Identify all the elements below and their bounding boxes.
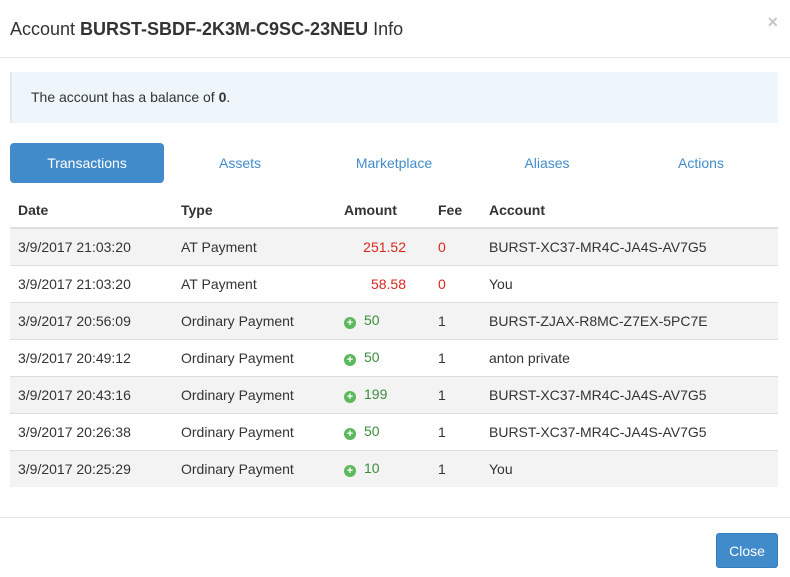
cell-type: Ordinary Payment	[173, 338, 336, 376]
cell-fee: 0	[430, 227, 481, 265]
tab-aliases[interactable]: Aliases	[470, 143, 624, 183]
cell-account: BURST-XC37-MR4C-JA4S-AV7G5	[481, 412, 778, 450]
close-icon[interactable]: ×	[767, 12, 778, 32]
amount-value: 58.58	[370, 275, 406, 292]
plus-circle-icon: +	[344, 428, 356, 440]
plus-circle-icon: +	[344, 317, 356, 329]
cell-date: 3/9/2017 20:49:12	[10, 338, 173, 376]
cell-type: Ordinary Payment	[173, 449, 336, 487]
plus-circle-icon: +	[344, 465, 356, 478]
modal-header: Account BURST-SBDF-2K3M-C9SC-23NEU Info …	[0, 0, 790, 58]
account-info-modal: Account BURST-SBDF-2K3M-C9SC-23NEU Info …	[0, 0, 790, 577]
cell-amount: 251.52	[336, 227, 430, 265]
table-header-row: Date Type Amount Fee Account	[10, 192, 778, 229]
cell-amount: +199	[336, 375, 430, 413]
cell-amount: +10	[336, 449, 430, 487]
header-account: Account	[481, 192, 778, 229]
plus-circle-icon: +	[344, 354, 356, 366]
alert-text-prefix: The account has a balance of	[31, 89, 219, 105]
cell-fee: 1	[430, 301, 481, 339]
alert-text-suffix: .	[226, 89, 231, 105]
amount-value: 251.52	[363, 238, 406, 255]
amount-value: 50	[364, 349, 380, 365]
cell-type: Ordinary Payment	[173, 412, 336, 450]
cell-account: You	[481, 449, 778, 487]
cell-type: AT Payment	[173, 264, 336, 302]
cell-date: 3/9/2017 20:56:09	[10, 301, 173, 339]
table-row: 3/9/2017 21:03:20 AT Payment 251.52 0 BU…	[10, 227, 778, 265]
table-row: 3/9/2017 20:43:16 Ordinary Payment +199 …	[10, 375, 778, 413]
modal-footer: Close	[0, 517, 790, 577]
title-suffix: Info	[368, 19, 404, 39]
header-fee: Fee	[430, 192, 481, 229]
cell-amount: +50	[336, 412, 430, 450]
table-row: 3/9/2017 20:56:09 Ordinary Payment +50 1…	[10, 301, 778, 339]
cell-account: BURST-XC37-MR4C-JA4S-AV7G5	[481, 375, 778, 413]
table-row: 3/9/2017 20:49:12 Ordinary Payment +50 1…	[10, 338, 778, 376]
title-account-id: BURST-SBDF-2K3M-C9SC-23NEU	[80, 19, 369, 39]
amount-value: 50	[364, 312, 380, 328]
cell-date: 3/9/2017 21:03:20	[10, 227, 173, 265]
plus-circle-icon: +	[344, 391, 356, 403]
header-type: Type	[173, 192, 336, 229]
table-row: 3/9/2017 21:03:20 AT Payment 58.58 0 You	[10, 264, 778, 302]
header-date: Date	[10, 192, 173, 229]
cell-date: 3/9/2017 21:03:20	[10, 264, 173, 302]
balance-alert: The account has a balance of 0.	[10, 72, 778, 123]
tab-bar: Transactions Assets Marketplace Aliases …	[10, 143, 778, 183]
cell-account: anton private	[481, 338, 778, 376]
cell-amount: +50	[336, 338, 430, 376]
cell-fee: 1	[430, 449, 481, 487]
table-row: 3/9/2017 20:25:29 Ordinary Payment +10 1…	[10, 449, 778, 487]
tab-actions[interactable]: Actions	[624, 143, 778, 183]
cell-date: 3/9/2017 20:43:16	[10, 375, 173, 413]
cell-fee: 1	[430, 412, 481, 450]
cell-fee: 1	[430, 338, 481, 376]
cell-type: Ordinary Payment	[173, 375, 336, 413]
cell-date: 3/9/2017 20:25:29	[10, 449, 173, 487]
transactions-table: Date Type Amount Fee Account 3/9/2017 21…	[10, 192, 778, 487]
header-amount: Amount	[336, 192, 430, 229]
tab-marketplace[interactable]: Marketplace	[317, 143, 471, 183]
tab-transactions[interactable]: Transactions	[10, 143, 164, 183]
amount-value: 50	[364, 423, 380, 439]
cell-account: BURST-XC37-MR4C-JA4S-AV7G5	[481, 227, 778, 265]
cell-type: AT Payment	[173, 227, 336, 265]
cell-account: You	[481, 264, 778, 302]
cell-fee: 0	[430, 264, 481, 302]
table-row: 3/9/2017 20:26:38 Ordinary Payment +50 1…	[10, 412, 778, 450]
cell-amount: +50	[336, 301, 430, 339]
title-prefix: Account	[10, 19, 81, 39]
cell-amount: 58.58	[336, 264, 430, 302]
cell-account: BURST-ZJAX-R8MC-Z7EX-5PC7E	[481, 301, 778, 339]
close-button[interactable]: Close	[716, 533, 778, 568]
cell-fee: 1	[430, 375, 481, 413]
amount-value: 199	[364, 386, 388, 402]
modal-title: Account BURST-SBDF-2K3M-C9SC-23NEU Info	[10, 18, 403, 40]
amount-value: 10	[364, 460, 380, 477]
cell-date: 3/9/2017 20:26:38	[10, 412, 173, 450]
tab-assets[interactable]: Assets	[163, 143, 317, 183]
cell-type: Ordinary Payment	[173, 301, 336, 339]
